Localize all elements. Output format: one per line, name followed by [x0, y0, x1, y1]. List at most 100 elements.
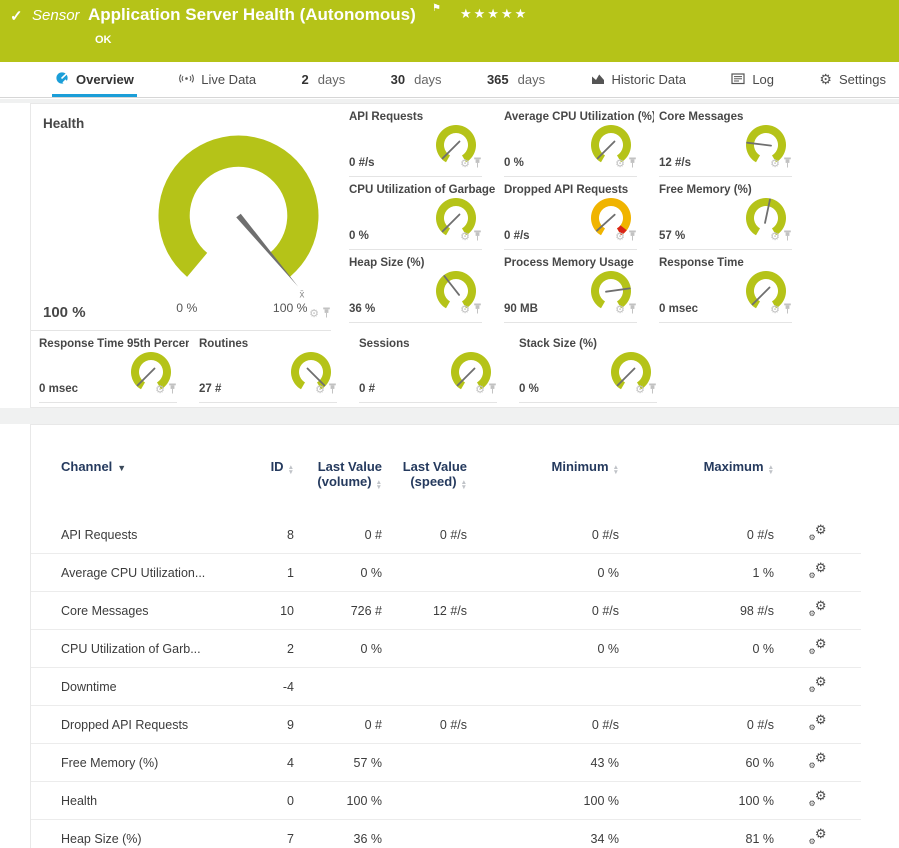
- cell-channel[interactable]: Heap Size (%): [31, 820, 249, 848]
- cell-id: 9: [249, 706, 294, 744]
- status-badge: OK: [95, 34, 112, 46]
- pin-icon[interactable]: [473, 301, 482, 319]
- tab-30-days[interactable]: 30days: [388, 62, 445, 97]
- col-header-last-volume[interactable]: Last Value (volume)▲▼: [294, 425, 382, 516]
- edit-channel-icon[interactable]: ⚙⚙: [809, 677, 827, 693]
- col-header-minimum[interactable]: Minimum▲▼: [467, 425, 619, 516]
- sort-icon: ▲▼: [768, 465, 774, 475]
- tab-log[interactable]: Log: [728, 62, 777, 97]
- cell-channel[interactable]: Average CPU Utilization...: [31, 554, 249, 592]
- pin-icon[interactable]: [473, 155, 482, 173]
- gear-icon[interactable]: ⚙: [770, 232, 780, 243]
- health-gauge-chart: x̄0 %100 %: [131, 118, 346, 323]
- tab-2-days[interactable]: 2days: [299, 62, 349, 97]
- edit-channel-icon[interactable]: ⚙⚙: [809, 639, 827, 655]
- gear-icon[interactable]: ⚙: [615, 232, 625, 243]
- tab-overview[interactable]: Overview: [52, 62, 137, 97]
- tab-365-days[interactable]: 365days: [484, 62, 548, 97]
- gauge-title: Stack Size (%): [519, 338, 597, 350]
- edit-channel-icon[interactable]: ⚙⚙: [809, 715, 827, 731]
- cell-channel[interactable]: CPU Utilization of Garb...: [31, 630, 249, 668]
- tab-bar: OverviewLive Data2days30days365daysHisto…: [0, 62, 899, 98]
- edit-channel-icon[interactable]: ⚙⚙: [809, 753, 827, 769]
- cell-channel[interactable]: Free Memory (%): [31, 744, 249, 782]
- gear-icon[interactable]: ⚙: [460, 159, 470, 170]
- gear-icon[interactable]: ⚙: [475, 385, 485, 396]
- cell-last_volume: 0 %: [294, 554, 382, 592]
- cell-max: 60 %: [619, 744, 774, 782]
- gauge-value: 0 #/s: [349, 157, 375, 169]
- gauge-value: 0 #/s: [504, 230, 530, 242]
- pin-icon[interactable]: [168, 381, 177, 399]
- gear-icon[interactable]: ⚙: [770, 305, 780, 316]
- gear-icon[interactable]: ⚙: [460, 232, 470, 243]
- tab-historic-data[interactable]: Historic Data: [588, 62, 689, 97]
- cell-last_volume: 0 #: [294, 706, 382, 744]
- col-header-channel[interactable]: Channel▼: [31, 425, 249, 516]
- pin-icon[interactable]: [488, 381, 497, 399]
- pin-icon[interactable]: [783, 301, 792, 319]
- pin-icon[interactable]: [783, 155, 792, 173]
- tab-live-data[interactable]: Live Data: [176, 62, 259, 97]
- pin-icon[interactable]: [628, 301, 637, 319]
- sort-desc-icon: ▼: [117, 463, 126, 473]
- gear-icon[interactable]: ⚙: [155, 385, 165, 396]
- pin-icon[interactable]: [648, 381, 657, 399]
- cell-last_volume: 100 %: [294, 782, 382, 820]
- gauge-title: Core Messages: [659, 111, 743, 123]
- gear-icon[interactable]: ⚙: [615, 159, 625, 170]
- edit-channel-icon[interactable]: ⚙⚙: [809, 791, 827, 807]
- cell-max: 1 %: [619, 554, 774, 592]
- pin-icon[interactable]: [783, 228, 792, 246]
- col-header-maximum[interactable]: Maximum▲▼: [619, 425, 774, 516]
- pin-icon[interactable]: [328, 381, 337, 399]
- gear-icon[interactable]: ⚙: [309, 309, 319, 320]
- cell-channel[interactable]: API Requests: [31, 516, 249, 554]
- sensor-status-header: ✓ Sensor Application Server Health (Auto…: [0, 0, 899, 62]
- tab-label: Historic Data: [612, 72, 686, 87]
- flag-icon[interactable]: ⚑: [432, 3, 441, 14]
- cell-id: 2: [249, 630, 294, 668]
- gear-icon[interactable]: ⚙: [460, 305, 470, 316]
- cell-channel[interactable]: Core Messages: [31, 592, 249, 630]
- tab-settings[interactable]: ⚙Settings: [816, 62, 889, 97]
- col-header-id[interactable]: ID▲▼: [249, 425, 294, 516]
- gauge-cell: Core Messages12 #/s⚙: [651, 104, 806, 177]
- cell-channel[interactable]: Health: [31, 782, 249, 820]
- priority-stars[interactable]: ★★★★★: [460, 6, 528, 22]
- pin-icon[interactable]: [322, 305, 331, 323]
- gauge-value: 100 %: [43, 304, 86, 321]
- pin-icon[interactable]: [628, 228, 637, 246]
- tab-days-number: 30: [391, 72, 405, 87]
- edit-channel-icon[interactable]: ⚙⚙: [809, 525, 827, 541]
- gauge-cell: API Requests0 #/s⚙: [341, 104, 496, 177]
- gear-icon[interactable]: ⚙: [615, 305, 625, 316]
- cell-channel[interactable]: Downtime: [31, 668, 249, 706]
- tab-days-unit: days: [318, 72, 345, 87]
- gear-icon[interactable]: ⚙: [635, 385, 645, 396]
- gauge-icon: [55, 71, 69, 88]
- gear-icon[interactable]: ⚙: [770, 159, 780, 170]
- pin-icon[interactable]: [473, 228, 482, 246]
- cell-last_volume: 57 %: [294, 744, 382, 782]
- sort-icon: ▲▼: [613, 465, 619, 475]
- cell-min: 100 %: [467, 782, 619, 820]
- cell-min: 43 %: [467, 744, 619, 782]
- table-row: Free Memory (%)457 %43 %60 %⚙⚙: [31, 744, 861, 782]
- edit-channel-icon[interactable]: ⚙⚙: [809, 563, 827, 579]
- gauge-cell: Dropped API Requests0 #/s⚙: [496, 177, 651, 250]
- gauge-value: 0 msec: [659, 303, 698, 315]
- table-row: Heap Size (%)736 %34 %81 %⚙⚙: [31, 820, 861, 848]
- cell-max: 98 #/s: [619, 592, 774, 630]
- edit-channel-icon[interactable]: ⚙⚙: [809, 829, 827, 845]
- cell-last_volume: 726 #: [294, 592, 382, 630]
- gauge-cell: Sessions0 #⚙: [351, 331, 511, 403]
- cell-channel[interactable]: Dropped API Requests: [31, 706, 249, 744]
- ok-check-icon: ✓: [10, 7, 23, 25]
- gauge-value: 0 %: [349, 230, 369, 242]
- gear-icon[interactable]: ⚙: [315, 385, 325, 396]
- edit-channel-icon[interactable]: ⚙⚙: [809, 601, 827, 617]
- col-header-last-speed[interactable]: Last Value (speed)▲▼: [382, 425, 467, 516]
- cell-max: 0 %: [619, 630, 774, 668]
- pin-icon[interactable]: [628, 155, 637, 173]
